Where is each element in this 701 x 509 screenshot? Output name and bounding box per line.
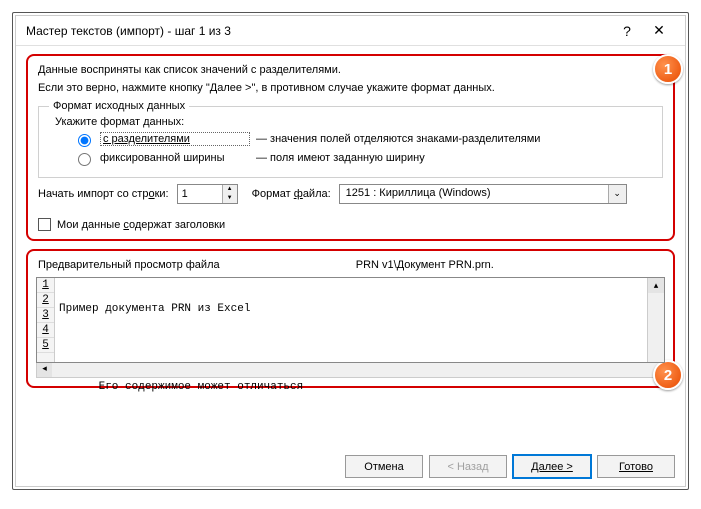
help-button[interactable]: ?	[611, 23, 643, 39]
radio-delimited-label: с разделителями	[100, 132, 250, 146]
radio-delimited-explain: — значения полей отделяются знаками-разд…	[256, 133, 540, 145]
radio-delimited-row[interactable]: с разделителями — значения полей отделяю…	[73, 131, 652, 147]
source-format-group: Формат исходных данных Укажите формат да…	[38, 100, 663, 178]
highlight-box-2: 2 Предварительный просмотр файла PRN v1\…	[26, 249, 675, 388]
chevron-down-icon[interactable]: ⌄	[608, 185, 626, 203]
preview-title: Предварительный просмотр файла PRN v1\До…	[38, 259, 665, 271]
preview-line: Его содержимое может отличаться	[59, 380, 643, 395]
dialog-window: Мастер текстов (импорт) - шаг 1 из 3 ? ✕…	[15, 15, 686, 487]
start-row-input[interactable]	[178, 185, 222, 203]
window-title: Мастер текстов (импорт) - шаг 1 из 3	[26, 24, 611, 38]
start-row-file-format: Начать импорт со строки: ▲ ▼ Формат файл…	[38, 184, 663, 204]
screenshot-frame: Мастер текстов (импорт) - шаг 1 из 3 ? ✕…	[12, 12, 689, 490]
gutter-line: 4	[37, 323, 54, 338]
dialog-content: 1 Данные восприняты как список значений …	[16, 46, 685, 451]
preview-pane: 1 2 3 4 5 Пример документа PRN из Excel …	[36, 277, 665, 363]
annotation-badge-2: 2	[653, 360, 683, 390]
gutter-line: 1	[37, 278, 54, 293]
headers-checkbox[interactable]	[38, 218, 51, 231]
file-format-label: Формат файла:	[252, 188, 331, 200]
preview-gutter: 1 2 3 4 5	[37, 278, 55, 362]
radio-fixed-explain: — поля имеют заданную ширину	[256, 152, 425, 164]
radio-fixed-row[interactable]: фиксированной ширины — поля имеют заданн…	[73, 150, 652, 166]
preview-text: Пример документа PRN из Excel Его содерж…	[55, 278, 647, 362]
start-row-label: Начать импорт со строки:	[38, 188, 169, 200]
preview-line	[59, 419, 643, 434]
close-button[interactable]: ✕	[643, 22, 675, 39]
headers-checkbox-row[interactable]: Мои данные содержат заголовки	[38, 218, 663, 231]
highlight-box-1: 1 Данные восприняты как список значений …	[26, 54, 675, 241]
annotation-badge-1: 1	[653, 54, 683, 84]
radio-fixed[interactable]	[78, 153, 91, 166]
gutter-line: 2	[37, 293, 54, 308]
vertical-scrollbar[interactable]: ▴	[647, 278, 664, 362]
info-line-2: Если это верно, нажмите кнопку "Далее >"…	[38, 82, 663, 94]
info-line-1: Данные восприняты как список значений с …	[38, 64, 663, 76]
gutter-line: 5	[37, 338, 54, 353]
spinner-arrows[interactable]: ▲ ▼	[222, 185, 237, 203]
gutter-line: 3	[37, 308, 54, 323]
radio-delimited[interactable]	[78, 134, 91, 147]
start-row-spinner[interactable]: ▲ ▼	[177, 184, 238, 204]
file-format-value: 1251 : Кириллица (Windows)	[340, 185, 608, 203]
scroll-up-icon[interactable]: ▴	[648, 278, 664, 293]
preview-line: Пример документа PRN из Excel	[59, 302, 643, 317]
source-format-legend: Формат исходных данных	[49, 100, 189, 112]
file-format-combo[interactable]: 1251 : Кириллица (Windows) ⌄	[339, 184, 627, 204]
spinner-up-icon[interactable]: ▲	[223, 185, 237, 194]
preview-line	[59, 341, 643, 356]
radio-fixed-label: фиксированной ширины	[100, 152, 250, 164]
titlebar: Мастер текстов (импорт) - шаг 1 из 3 ? ✕	[16, 16, 685, 46]
headers-label: Мои данные содержат заголовки	[57, 219, 225, 231]
preview-line	[59, 458, 643, 473]
scroll-left-icon[interactable]: ◂	[37, 363, 52, 377]
format-prompt: Укажите формат данных:	[55, 116, 652, 128]
spinner-down-icon[interactable]: ▼	[223, 194, 237, 203]
